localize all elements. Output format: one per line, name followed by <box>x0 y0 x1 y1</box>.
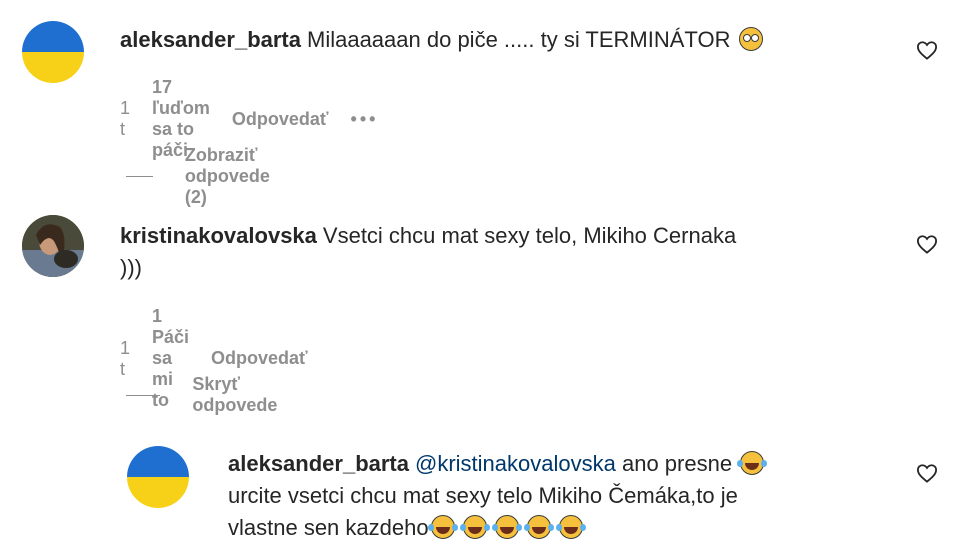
tears-of-joy-emoji <box>737 451 765 475</box>
comment-body: ano presne <box>621 451 733 476</box>
reply-button[interactable]: Odpovedať <box>211 348 308 369</box>
heart-outline-icon[interactable] <box>916 463 938 483</box>
comment-body: Milaaaaaan do piče ..... ty si TERMINÁTO… <box>307 27 731 52</box>
heart-outline-icon[interactable] <box>916 40 938 60</box>
comment-body-line3: vlastne sen kazdeho <box>228 515 429 540</box>
replies-divider <box>126 176 153 177</box>
tears-of-joy-emoji <box>523 515 551 539</box>
comment-text: aleksander_barta @kristinakovalovska ano … <box>228 448 888 540</box>
more-dots-icon[interactable]: ••• <box>351 109 379 130</box>
comment-text: kristinakovalovska Vsetci chcu mat sexy t… <box>120 220 880 284</box>
view-replies-label: Zobraziť odpovede (2) <box>184 145 270 207</box>
avatar[interactable] <box>127 446 189 508</box>
comment-body-line2: urcite vsetci chcu mat sexy telo Mikiho … <box>228 483 738 508</box>
username-link[interactable]: aleksander_barta <box>120 27 301 52</box>
hide-replies-label: Skryť odpovede <box>192 374 278 415</box>
comment-text: aleksander_barta Milaaaaaan do piče .....… <box>120 24 900 56</box>
user-photo <box>22 215 84 277</box>
heart-outline-icon[interactable] <box>916 234 938 254</box>
comment-body-line2: ))) <box>120 255 142 280</box>
avatar[interactable] <box>22 215 84 277</box>
tears-of-joy-emoji <box>555 515 583 539</box>
comment-body: Vsetci chcu mat sexy telo, Mikiho Cernak… <box>322 223 737 248</box>
flushed-face-emoji <box>738 27 763 51</box>
tears-of-joy-emoji <box>459 515 487 539</box>
comment-time[interactable]: 1 t <box>120 98 130 140</box>
view-replies-button[interactable]: Zobraziť odpovede (2) <box>126 145 291 208</box>
avatar[interactable] <box>22 21 84 83</box>
username-link[interactable]: kristinakovalovska <box>120 223 317 248</box>
tears-of-joy-emoji <box>427 515 455 539</box>
mention-link[interactable]: @kristinakovalovska <box>415 451 616 476</box>
reply-button[interactable]: Odpovedať <box>232 109 329 130</box>
username-link[interactable]: aleksander_barta <box>228 451 409 476</box>
tears-of-joy-emoji <box>491 515 519 539</box>
hide-replies-button[interactable]: Skryť odpovede <box>126 374 291 416</box>
replies-divider <box>126 394 161 396</box>
